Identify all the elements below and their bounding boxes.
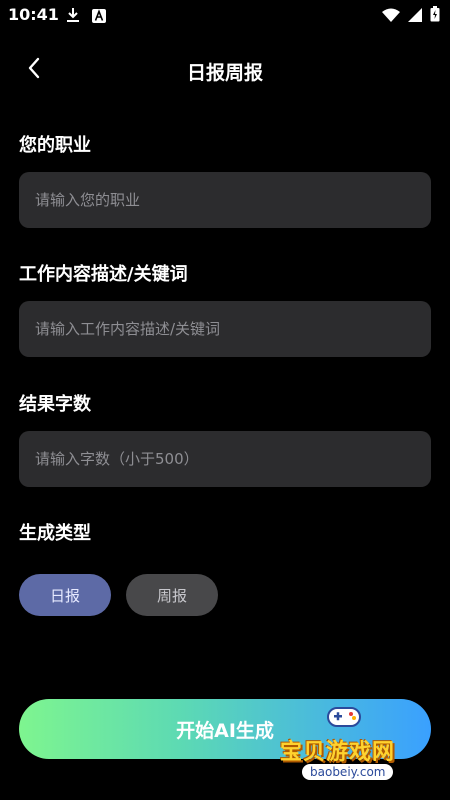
- type-chip-daily-label: 日报: [49, 586, 80, 605]
- signal-icon: [408, 7, 422, 26]
- watermark: 宝贝游戏网 baobeiy.com: [272, 700, 442, 792]
- watermark-text: 宝贝游戏网: [280, 740, 396, 765]
- gamepad-icon: [326, 704, 362, 730]
- battery-icon: [430, 6, 440, 26]
- a-letter-icon: [92, 8, 106, 27]
- start-button-label: 开始AI生成: [176, 719, 274, 742]
- description-label: 工作内容描述/关键词: [19, 264, 188, 285]
- watermark-url: baobeiy.com: [302, 764, 394, 780]
- type-chip-weekly-label: 周报: [156, 586, 187, 605]
- type-chip-daily[interactable]: 日报: [19, 574, 111, 616]
- type-chip-weekly[interactable]: 周报: [126, 574, 218, 616]
- word-count-input[interactable]: [19, 431, 431, 487]
- status-time: 10:41: [8, 5, 59, 24]
- generation-type-label: 生成类型: [19, 523, 91, 544]
- page-title: 日报周报: [186, 62, 263, 84]
- wifi-icon: [382, 7, 400, 26]
- status-bar: 10:41: [0, 0, 450, 32]
- download-icon: [66, 7, 80, 27]
- description-input[interactable]: [19, 301, 431, 357]
- word-count-label: 结果字数: [19, 394, 91, 415]
- occupation-input[interactable]: [19, 172, 431, 228]
- occupation-label: 您的职业: [19, 135, 91, 156]
- header: 日报周报: [0, 48, 450, 92]
